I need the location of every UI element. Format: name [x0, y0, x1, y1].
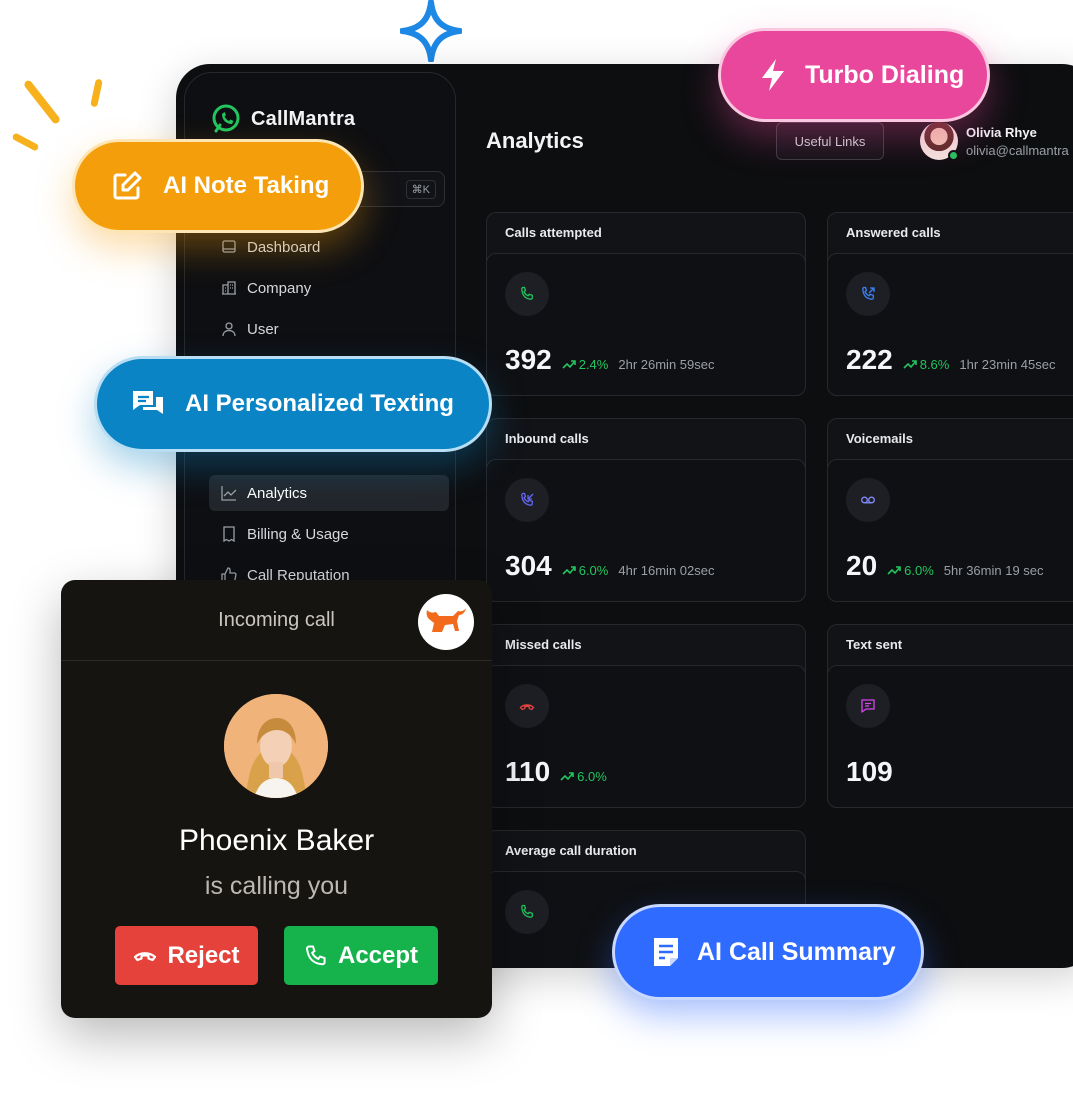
stat-value: 304 [505, 550, 552, 581]
stat-duration: 1hr 23min 45sec [959, 357, 1056, 372]
caller-subtitle: is calling you [204, 872, 349, 900]
search-shortcut: ⌘K [405, 180, 436, 199]
user-icon [222, 322, 236, 337]
stat-value: 222 [846, 344, 893, 375]
card-title: Calls attempted [505, 225, 602, 240]
card-text-sent: Text sent 109 [827, 624, 1073, 808]
phone-icon [505, 272, 549, 316]
card-calls-attempted: Calls attempted 392 2.4% 2hr 26min 59sec [486, 212, 806, 396]
card-inbound-calls: Inbound calls 304 6.0% 4hr 16min 02sec [486, 418, 806, 602]
building-icon [222, 281, 236, 295]
incoming-call-card: Incoming call Phoenix Baker is calling y… [61, 580, 492, 1018]
feature-label: AI Note Taking [163, 172, 330, 199]
stat-duration: 2hr 26min 59sec [618, 357, 715, 372]
page-title: Analytics [486, 128, 584, 153]
ai-call-summary-badge: AI Call Summary [612, 904, 924, 1000]
ai-note-taking-badge: AI Note Taking [72, 139, 364, 233]
trend-up-badge: 6.0% [887, 563, 934, 578]
sparkle-star-icon [399, 0, 463, 63]
phone-hangup-icon [505, 684, 549, 728]
sidebar-item-user[interactable]: User [209, 311, 449, 347]
document-icon [654, 938, 678, 966]
card-answered-calls: Answered calls 222 8.6% 1hr 23min 45sec [827, 212, 1073, 396]
sidebar-item-label: Dashboard [247, 238, 321, 256]
trend-value: 6.0% [904, 562, 934, 578]
edit-note-icon [113, 171, 142, 200]
card-title: Missed calls [505, 637, 582, 652]
caller-avatar [224, 694, 328, 798]
useful-links-button[interactable]: Useful Links [776, 122, 884, 160]
feature-label: Turbo Dialing [805, 60, 965, 89]
monitor-icon [222, 240, 236, 253]
trend-up-badge: 2.4% [562, 356, 609, 372]
card-title: Answered calls [846, 225, 941, 240]
trend-up-icon [562, 360, 576, 369]
phone-incoming-icon [505, 478, 549, 522]
reject-button[interactable]: Reject [115, 926, 258, 985]
sidebar-item-dashboard[interactable]: Dashboard [209, 229, 449, 265]
feature-label: AI Personalized Texting [185, 390, 454, 417]
accept-button[interactable]: Accept [284, 926, 438, 985]
trend-up-icon [903, 360, 917, 369]
trend-up-icon [562, 566, 576, 575]
turbo-dialing-badge: Turbo Dialing [718, 28, 990, 122]
message-icon [846, 684, 890, 728]
stat-value: 392 [505, 344, 552, 375]
avatar [920, 122, 959, 161]
sidebar-item-label: Analytics [247, 484, 308, 502]
sidebar-item-analytics[interactable]: Analytics [209, 475, 449, 511]
stat-duration: 5hr 36min 19 sec [943, 563, 1044, 578]
chat-bubbles-icon [133, 391, 163, 414]
accept-label: Accept [337, 941, 419, 969]
trend-up-icon [560, 772, 574, 781]
trend-value: 6.0% [577, 768, 607, 784]
sidebar-item-label: Billing & Usage [247, 525, 349, 543]
card-title: Average call duration [505, 843, 637, 858]
card-missed-calls: Missed calls 110 6.0% [486, 624, 806, 808]
trend-up-badge: 6.0% [562, 562, 609, 578]
stat-value: 110 [505, 756, 551, 787]
receipt-icon [223, 526, 235, 542]
phone-outgoing-icon [846, 272, 890, 316]
card-title: Text sent [846, 637, 903, 652]
brand-name: CallMantra [251, 107, 356, 130]
bull-logo-icon [418, 594, 474, 650]
sidebar-item-label: User [247, 320, 279, 338]
phone-hangup-icon [134, 951, 157, 961]
chart-line-icon [221, 486, 237, 501]
online-status-dot [948, 150, 959, 161]
brand-logo[interactable]: CallMantra [211, 103, 355, 135]
sidebar-item-company[interactable]: Company [209, 270, 449, 306]
trend-value: 2.4% [578, 356, 609, 372]
stat-duration: 4hr 16min 02sec [618, 563, 715, 578]
caller-name: Phoenix Baker [178, 824, 375, 857]
user-profile[interactable]: Olivia Rhye olivia@callmantra [920, 122, 1069, 161]
trend-up-badge: 6.0% [560, 769, 607, 784]
user-email: olivia@callmantra [966, 142, 1069, 158]
stat-value: 109 [846, 756, 893, 787]
lightning-icon [762, 59, 784, 91]
stat-value: 20 [846, 550, 878, 581]
trend-value: 8.6% [919, 356, 950, 372]
callmantra-logo-icon [212, 104, 240, 133]
sidebar-item-label: Company [247, 279, 312, 297]
trend-up-badge: 8.6% [903, 356, 950, 372]
ai-personalized-texting-badge: AI Personalized Texting [94, 356, 492, 452]
card-title: Voicemails [846, 431, 913, 446]
feature-label: AI Call Summary [697, 937, 896, 966]
phone-icon [305, 945, 326, 965]
user-name: Olivia Rhye [966, 124, 1037, 140]
trend-up-icon [887, 566, 901, 575]
card-voicemails: Voicemails 20 6.0% 5hr 36min 19 sec [827, 418, 1073, 602]
sidebar-item-billing[interactable]: Billing & Usage [209, 516, 449, 552]
voicemail-icon [846, 478, 890, 522]
trend-value: 6.0% [578, 562, 609, 578]
phone-icon [505, 890, 549, 934]
reject-label: Reject [167, 941, 240, 969]
card-title: Inbound calls [505, 431, 589, 446]
